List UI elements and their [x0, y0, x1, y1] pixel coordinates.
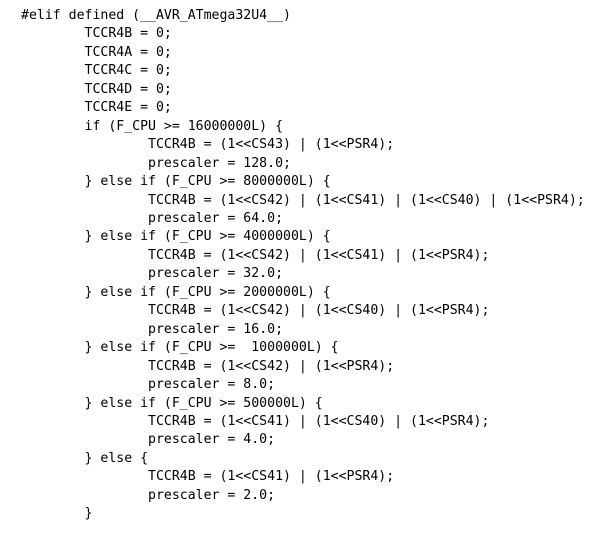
code-line: TCCR4B = (1<<CS41) | (1<<PSR4);: [21, 469, 395, 485]
code-line: prescaler = 2.0;: [21, 487, 276, 503]
code-line: prescaler = 64.0;: [21, 210, 284, 226]
code-line: TCCR4B = (1<<CS43) | (1<<PSR4);: [21, 137, 395, 153]
code-line: prescaler = 32.0;: [21, 266, 284, 282]
code-line: TCCR4B = (1<<CS42) | (1<<CS40) | (1<<PSR…: [21, 303, 490, 319]
code-line: TCCR4D = 0;: [21, 81, 172, 97]
code-line: } else if (F_CPU >= 8000000L) {: [21, 174, 331, 190]
code-line: } else {: [21, 450, 149, 466]
code-line: } else if (F_CPU >= 4000000L) {: [21, 229, 331, 245]
code-line: prescaler = 16.0;: [21, 321, 284, 337]
code-line: prescaler = 8.0;: [21, 377, 276, 393]
code-line: } else if (F_CPU >= 2000000L) {: [21, 284, 331, 300]
code-line: TCCR4A = 0;: [21, 44, 172, 60]
code-line: if (F_CPU >= 16000000L) {: [21, 118, 284, 134]
code-listing-panel: #elif defined (__AVR_ATmega32U4__) TCCR4…: [0, 0, 602, 535]
code-line: }: [21, 506, 93, 522]
code-line: TCCR4B = 0;: [21, 26, 172, 42]
code-line: prescaler = 4.0;: [21, 432, 276, 448]
code-line: } else if (F_CPU >= 1000000L) {: [21, 340, 339, 356]
code-line: TCCR4B = (1<<CS42) | (1<<CS41) | (1<<CS4…: [21, 192, 585, 208]
code-line: TCCR4B = (1<<CS42) | (1<<CS41) | (1<<PSR…: [21, 247, 490, 263]
code-block[interactable]: #elif defined (__AVR_ATmega32U4__) TCCR4…: [0, 7, 602, 524]
code-line: TCCR4B = (1<<CS41) | (1<<CS40) | (1<<PSR…: [21, 413, 490, 429]
code-line: TCCR4E = 0;: [21, 100, 172, 116]
code-line: TCCR4B = (1<<CS42) | (1<<PSR4);: [21, 358, 395, 374]
code-line: #elif defined (__AVR_ATmega32U4__): [21, 8, 291, 23]
code-line: } else if (F_CPU >= 500000L) {: [21, 395, 323, 411]
code-line: prescaler = 128.0;: [21, 155, 291, 171]
code-line: TCCR4C = 0;: [21, 63, 172, 79]
